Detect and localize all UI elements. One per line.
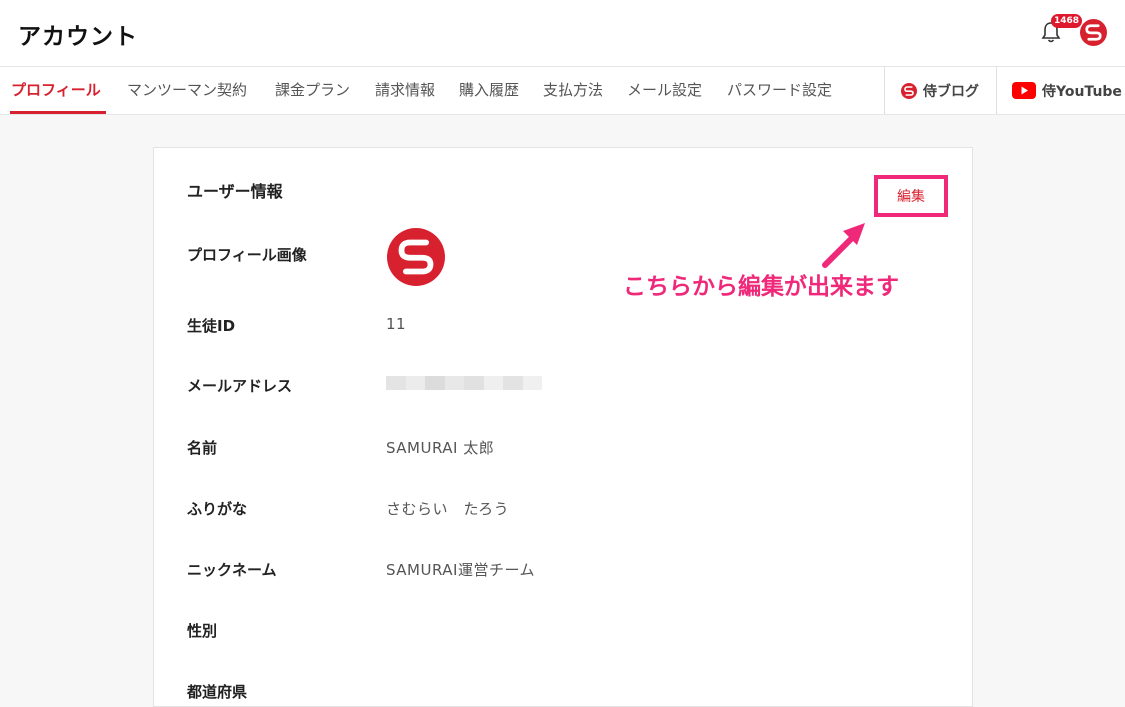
annotation-text: こちらから編集が出来ます xyxy=(623,274,899,300)
annotation-arrow-icon xyxy=(822,223,865,268)
user-avatar[interactable] xyxy=(1080,19,1107,46)
section-title: ユーザー情報 xyxy=(187,182,283,201)
samurai-logo-icon xyxy=(901,82,917,99)
samurai-blog-link[interactable]: 侍ブログ xyxy=(884,67,996,114)
tab-billing-plan[interactable]: 課金プラン xyxy=(275,79,350,100)
tab-profile[interactable]: プロフィール xyxy=(11,79,101,100)
name-value: SAMURAI 太郎 xyxy=(386,439,495,457)
email-value-redacted xyxy=(386,376,542,390)
profile-image-label: プロフィール画像 xyxy=(187,246,307,264)
prefecture-label: 都道府県 xyxy=(187,683,248,701)
samurai-blog-label: 侍ブログ xyxy=(923,83,979,100)
tab-payment-method[interactable]: 支払方法 xyxy=(543,79,603,100)
samurai-youtube-label: 侍YouTube xyxy=(1042,83,1122,100)
student-id-value: 11 xyxy=(386,315,407,333)
nickname-value: SAMURAI運営チーム xyxy=(386,561,536,579)
edit-button[interactable]: 編集 xyxy=(874,175,948,217)
gender-label: 性別 xyxy=(187,622,218,640)
tab-billing-info[interactable]: 請求情報 xyxy=(375,79,435,100)
page-title: アカウント xyxy=(18,24,138,50)
profile-image xyxy=(387,228,445,286)
email-label: メールアドレス xyxy=(187,377,293,395)
active-tab-indicator xyxy=(10,111,106,114)
tab-mail-settings[interactable]: メール設定 xyxy=(627,79,702,100)
youtube-icon xyxy=(1012,82,1036,99)
furigana-value: さむらい たろう xyxy=(386,500,510,518)
app-header: アカウント 1468 xyxy=(0,0,1125,66)
name-label: 名前 xyxy=(187,439,218,457)
tab-one-on-one-contract[interactable]: マンツーマン契約 xyxy=(127,79,247,100)
account-tabs: プロフィール マンツーマン契約 課金プラン 請求情報 購入履歴 支払方法 メール… xyxy=(0,66,1125,115)
samurai-youtube-link[interactable]: 侍YouTube xyxy=(996,67,1125,114)
nickname-label: ニックネーム xyxy=(187,561,277,579)
tab-purchase-history[interactable]: 購入履歴 xyxy=(459,79,519,100)
student-id-label: 生徒ID xyxy=(187,317,236,335)
notification-badge: 1468 xyxy=(1051,14,1083,28)
tab-password-settings[interactable]: パスワード設定 xyxy=(727,79,832,100)
furigana-label: ふりがな xyxy=(187,500,248,518)
edit-button-label: 編集 xyxy=(897,189,925,205)
